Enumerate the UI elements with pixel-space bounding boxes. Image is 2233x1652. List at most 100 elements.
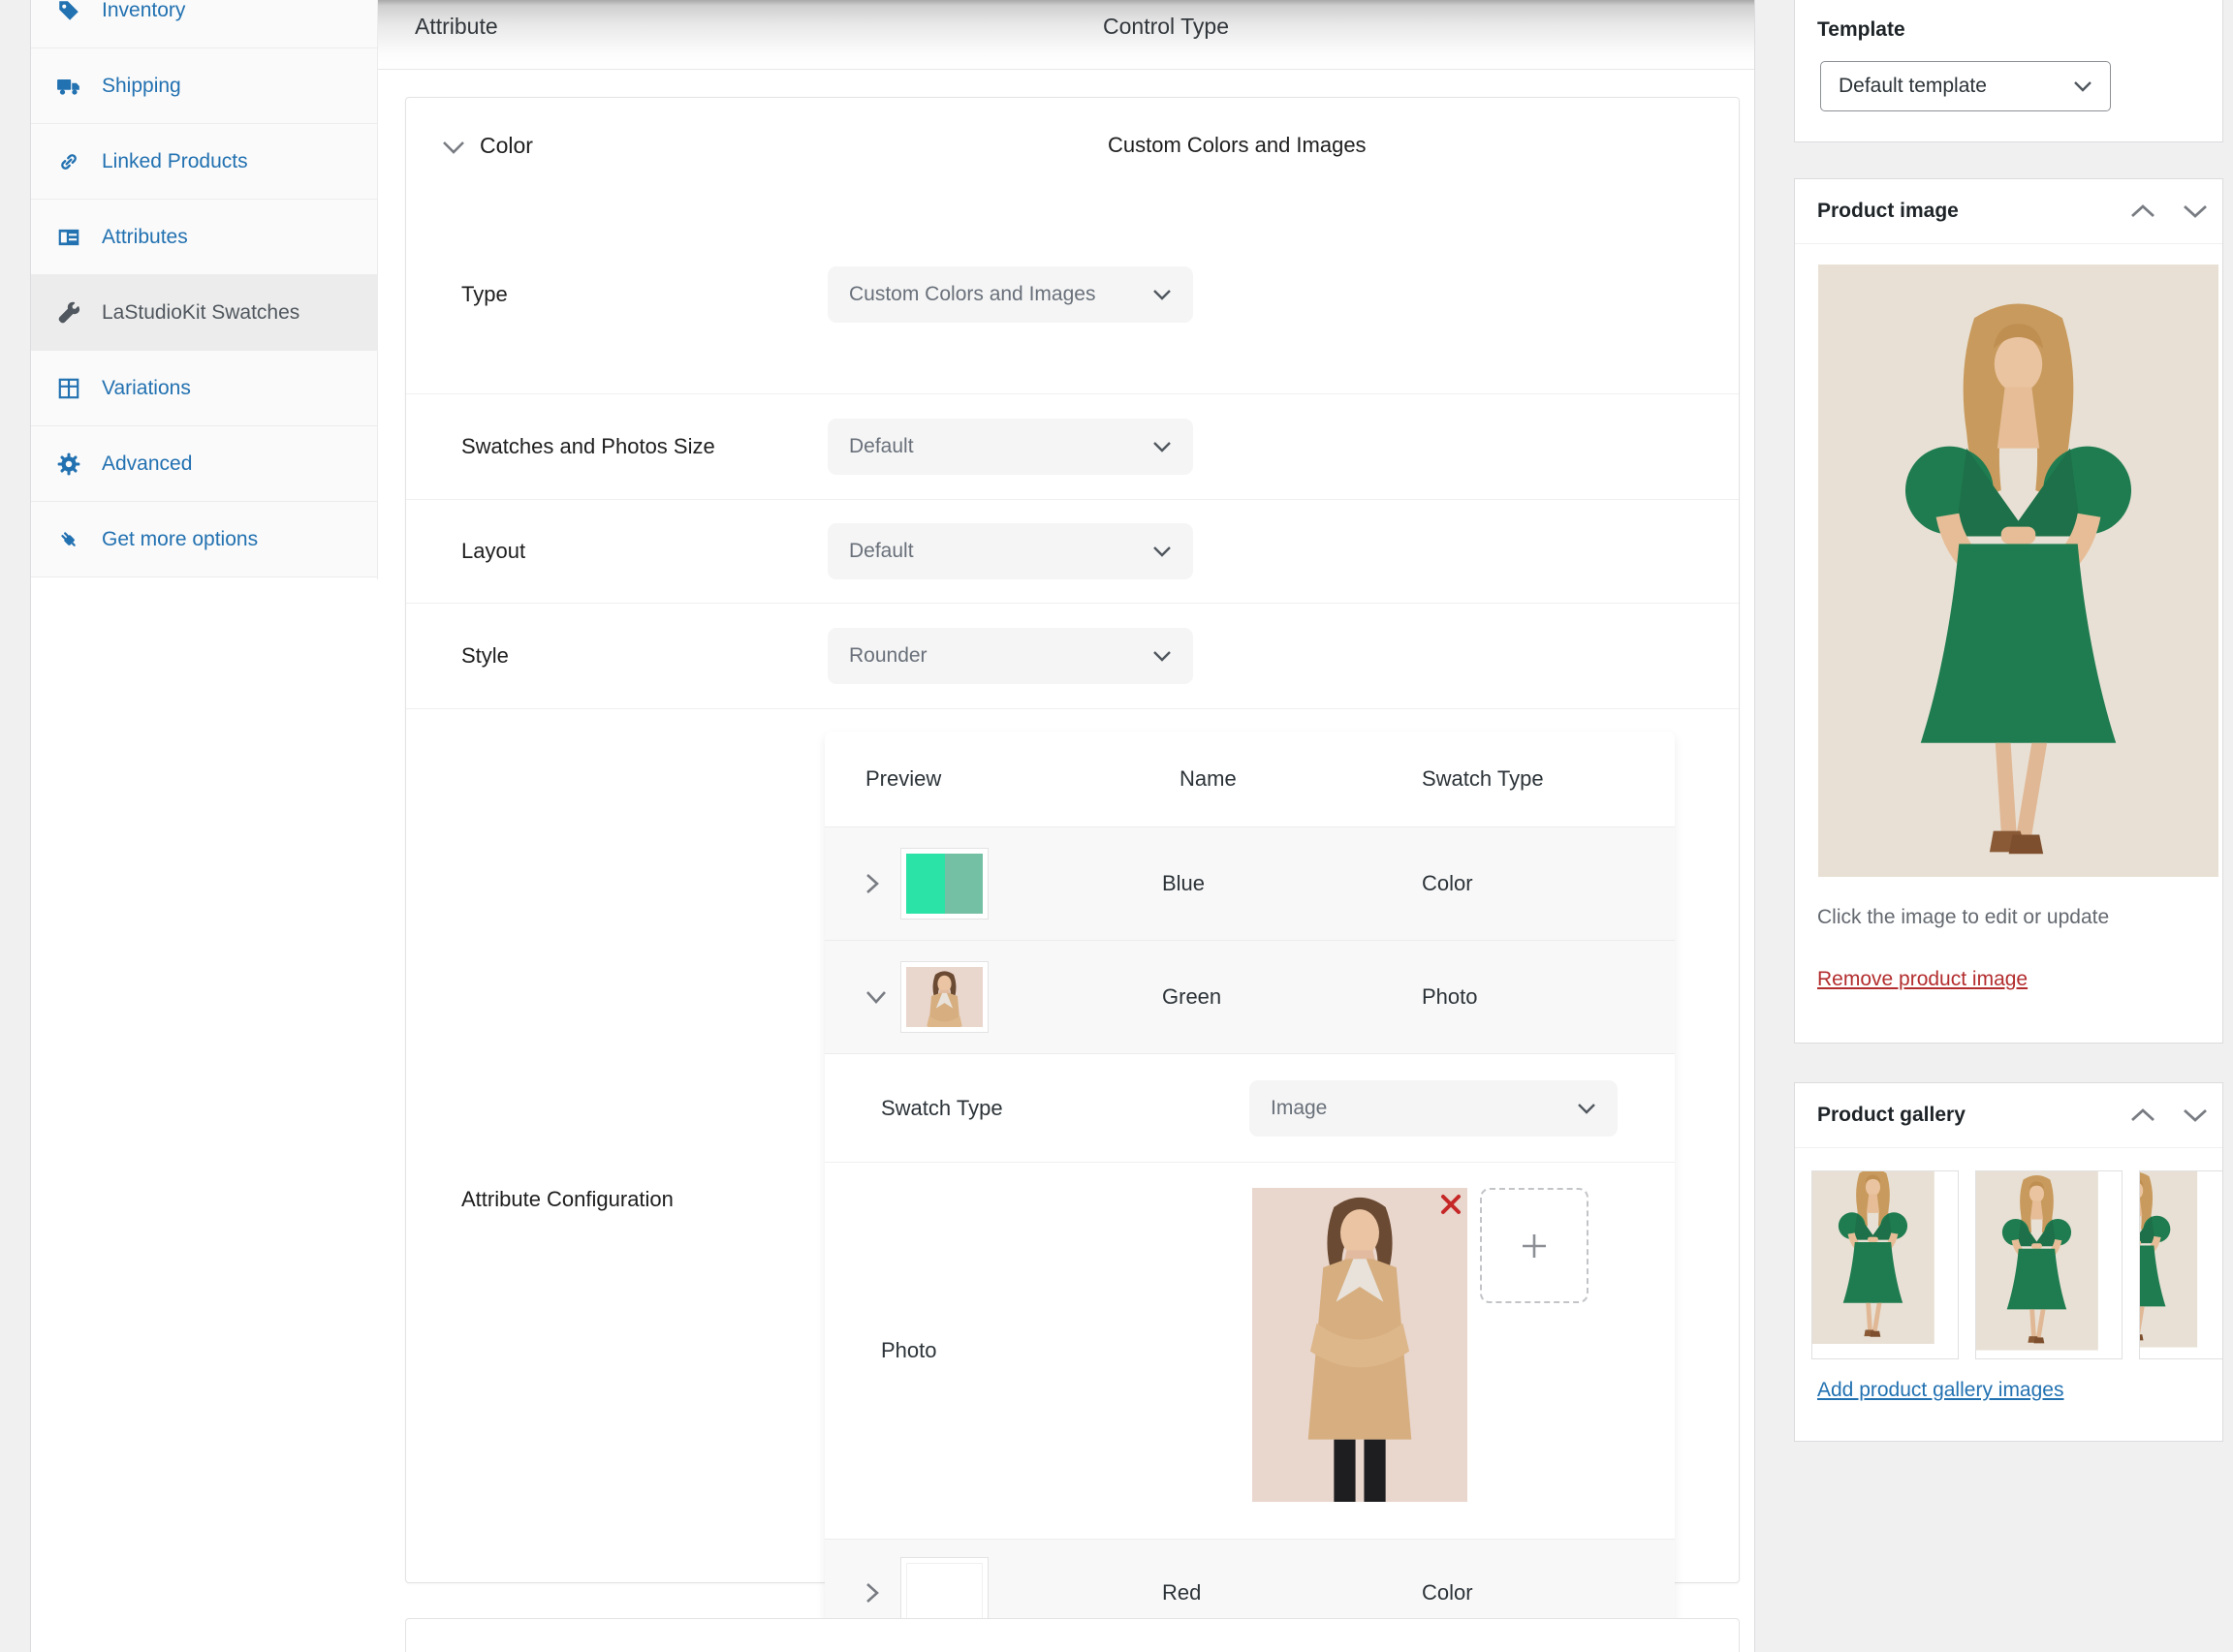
move-down-button[interactable]	[2182, 1107, 2209, 1124]
sidebar-item-attributes[interactable]: Attributes	[31, 200, 377, 275]
field-row-layout: Layout Default	[406, 500, 1739, 604]
remove-product-image-link[interactable]: Remove product image	[1817, 968, 2028, 991]
move-up-button[interactable]	[2129, 1107, 2156, 1124]
attribute-control-type: Custom Colors and Images	[1108, 133, 1367, 158]
field-row-size: Swatches and Photos Size Default	[406, 394, 1739, 500]
swatch-photo-thumbnail[interactable]	[1252, 1188, 1467, 1502]
green-swatch-preview	[900, 961, 989, 1033]
green-dress-closeup-photo	[2140, 1171, 2223, 1358]
next-attribute-card	[405, 1618, 1740, 1652]
control-type-column-header: Control Type	[1103, 14, 1229, 40]
attribute-name: Color	[480, 133, 533, 159]
sidebar-item-inventory[interactable]: Inventory	[31, 0, 377, 48]
chevron-down-icon	[1152, 544, 1172, 559]
grid-icon	[56, 376, 81, 401]
product-gallery-box: Product gallery Add product gallery imag…	[1794, 1082, 2223, 1442]
add-gallery-images-link[interactable]: Add product gallery images	[1817, 1379, 2063, 1402]
green-dress-photo	[1976, 1171, 2122, 1358]
name-column-header: Name	[1179, 766, 1237, 792]
product-image-thumbnail[interactable]	[1818, 265, 2218, 877]
sidebar-item-get-more-options[interactable]: Get more options	[31, 502, 377, 577]
swatch-type-column-header: Swatch Type	[1422, 766, 1544, 792]
chevron-right-icon[interactable]	[864, 1580, 881, 1605]
sidebar-item-lastudiokit-swatches[interactable]: LaStudioKit Swatches	[31, 275, 377, 351]
preview-column-header: Preview	[865, 766, 941, 792]
color-attribute-row[interactable]: Color Custom Colors and Images	[406, 98, 1739, 195]
sidebar-item-label: Advanced	[102, 452, 192, 476]
chevron-down-icon	[1152, 287, 1172, 302]
wrench-icon	[56, 300, 81, 326]
chevron-down-icon[interactable]	[864, 988, 889, 1006]
swatch-type-value: Color	[1422, 871, 1473, 896]
color-attribute-card: Color Custom Colors and Images Type Cust…	[405, 97, 1740, 1583]
layout-select[interactable]: Default	[828, 523, 1193, 579]
swatch-type-value: Photo	[1422, 984, 1478, 1010]
sidebar-item-advanced[interactable]: Advanced	[31, 426, 377, 502]
sidebar-item-label: Linked Products	[102, 150, 248, 173]
sidebar-item-label: Shipping	[102, 75, 181, 98]
field-row-style: Style Rounder	[406, 604, 1739, 709]
swatch-config-table: Preview Name Swatch Type Bl	[825, 732, 1675, 1644]
chevron-down-icon	[2073, 79, 2092, 93]
photo-label: Photo	[881, 1338, 937, 1363]
sidebar-item-label: Attributes	[102, 226, 188, 249]
template-box: Template Default template	[1794, 0, 2223, 142]
template-title: Template	[1817, 18, 1905, 42]
swatch-type-select[interactable]: Image	[1249, 1080, 1618, 1137]
style-label: Style	[461, 643, 509, 669]
type-label: Type	[461, 282, 508, 307]
gallery-thumbnail-3[interactable]	[2139, 1170, 2223, 1359]
gallery-thumbnail-1[interactable]	[1811, 1170, 1959, 1359]
layout-label: Layout	[461, 539, 525, 564]
sidebar-item-linked-products[interactable]: Linked Products	[31, 124, 377, 200]
size-select[interactable]: Default	[828, 419, 1193, 475]
gallery-thumbnail-2[interactable]	[1975, 1170, 2123, 1359]
type-select[interactable]: Custom Colors and Images	[828, 266, 1193, 323]
style-select[interactable]: Rounder	[828, 628, 1193, 684]
green-dress-photo	[1812, 1171, 1958, 1358]
link-icon	[56, 149, 81, 174]
gear-icon	[56, 452, 81, 477]
sidebar-item-label: Get more options	[102, 528, 258, 551]
sidebar-item-variations[interactable]: Variations	[31, 351, 377, 426]
swatch-table-header: Preview Name Swatch Type	[825, 732, 1675, 827]
sidebar-item-shipping[interactable]: Shipping	[31, 48, 377, 124]
move-up-button[interactable]	[2129, 203, 2156, 220]
product-data-screen: Inventory Shipping Linked Products Attri…	[0, 0, 2233, 1652]
remove-photo-icon[interactable]	[1438, 1192, 1463, 1217]
table-row-blue[interactable]: Blue Color	[825, 827, 1675, 941]
attribute-configuration-section: Attribute Configuration Preview Name Swa…	[406, 709, 1739, 1584]
attribute-configuration-label: Attribute Configuration	[461, 1187, 674, 1212]
product-image-header: Product image	[1795, 179, 2222, 244]
swatch-color-right	[945, 854, 984, 914]
attribute-column-header: Attribute	[415, 14, 498, 40]
table-row-green[interactable]: Green Photo	[825, 941, 1675, 1054]
coat-photo-thumbnail	[906, 967, 983, 1027]
move-down-button[interactable]	[2182, 203, 2209, 220]
product-gallery-header: Product gallery	[1795, 1083, 2222, 1148]
sidebar-item-label: Inventory	[102, 0, 185, 22]
swatch-color-white	[906, 1563, 983, 1623]
product-image-box: Product image Click the image to edit or…	[1794, 178, 2223, 1044]
gallery-thumbnails	[1811, 1170, 2223, 1359]
chevron-down-icon	[1152, 439, 1172, 454]
chevron-right-icon[interactable]	[864, 871, 881, 896]
swatch-name: Blue	[1162, 871, 1205, 896]
attributes-table-header: Attribute Control Type	[378, 0, 1754, 70]
chevron-down-icon	[1152, 648, 1172, 664]
coat-photo	[1252, 1188, 1467, 1502]
add-photo-button[interactable]	[1480, 1188, 1588, 1303]
product-image-title: Product image	[1817, 200, 1959, 223]
index-card-icon	[56, 225, 81, 250]
blue-swatch-preview	[900, 848, 989, 920]
field-row-type: Type Custom Colors and Images	[406, 195, 1739, 394]
green-swatch-type-row: Swatch Type Image	[825, 1054, 1675, 1163]
plug-icon	[56, 527, 81, 552]
product-image-caption: Click the image to edit or update	[1817, 906, 2109, 929]
template-select[interactable]: Default template	[1820, 61, 2111, 111]
product-gallery-title: Product gallery	[1817, 1104, 1966, 1127]
swatch-type-label: Swatch Type	[881, 1096, 1003, 1121]
green-photo-row: Photo	[825, 1163, 1675, 1539]
swatches-panel: Attribute Control Type Color Custom Colo…	[378, 0, 1755, 1652]
chevron-down-icon[interactable]	[441, 139, 466, 156]
